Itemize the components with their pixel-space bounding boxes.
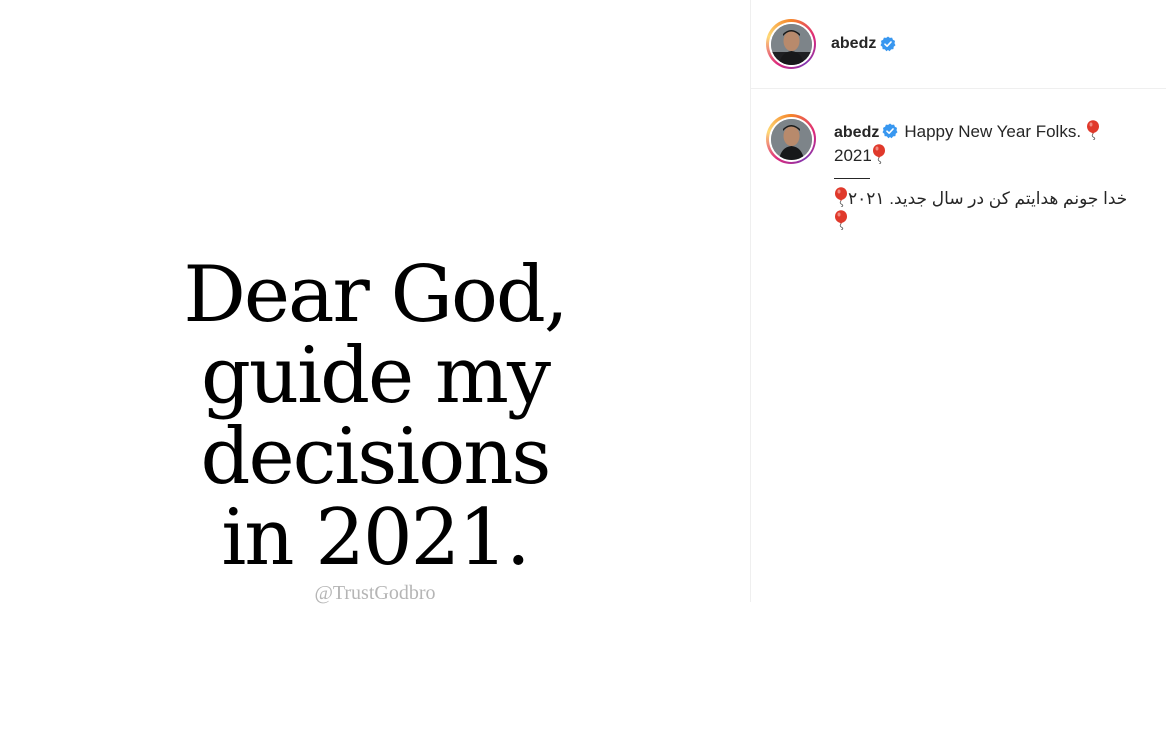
balloon-icon	[1086, 120, 1099, 140]
instagram-post: Dear God, guide my decisions in 2021. @T…	[0, 0, 1166, 604]
balloon-icon	[872, 144, 885, 164]
quote-line: decisions	[200, 412, 552, 502]
caption-line-1: Happy New Year Folks.	[904, 122, 1082, 141]
post-sidebar: abedz abedz Happy New Year Folks. 2021 خ…	[750, 0, 1166, 602]
quote-line: guide my	[200, 331, 551, 421]
caption-username-link[interactable]: abedz	[834, 124, 879, 141]
balloon-icon	[835, 210, 847, 230]
caption-persian-line: خدا جونم هدایتم کن در سال جدید. ۲۰۲۱	[834, 187, 1144, 210]
caption-avatar[interactable]	[766, 114, 816, 164]
header-user: abedz	[831, 35, 896, 53]
caption-divider	[834, 178, 870, 179]
verified-badge-icon	[880, 36, 896, 52]
caption-line-2: 2021	[834, 146, 872, 165]
watermark: @TrustGodbro	[314, 582, 436, 604]
post-caption: abedz Happy New Year Folks. 2021 خدا جون…	[834, 120, 1144, 233]
profile-photo-icon	[770, 23, 812, 65]
balloon-icon	[835, 187, 847, 207]
username-link[interactable]: abedz	[831, 35, 876, 53]
verified-badge-icon	[882, 123, 898, 139]
avatar[interactable]	[766, 19, 816, 69]
quote-text: Dear God, guide my decisions in 2021.	[0, 255, 750, 579]
post-header: abedz	[751, 0, 1166, 89]
profile-photo-icon	[770, 118, 812, 160]
post-image[interactable]: Dear God, guide my decisions in 2021. @T…	[0, 0, 750, 604]
quote-line: Dear God,	[183, 250, 568, 340]
caption-persian-text: خدا جونم هدایتم کن در سال جدید. ۲۰۲۱	[848, 189, 1128, 208]
quote-line: in 2021.	[221, 493, 530, 583]
